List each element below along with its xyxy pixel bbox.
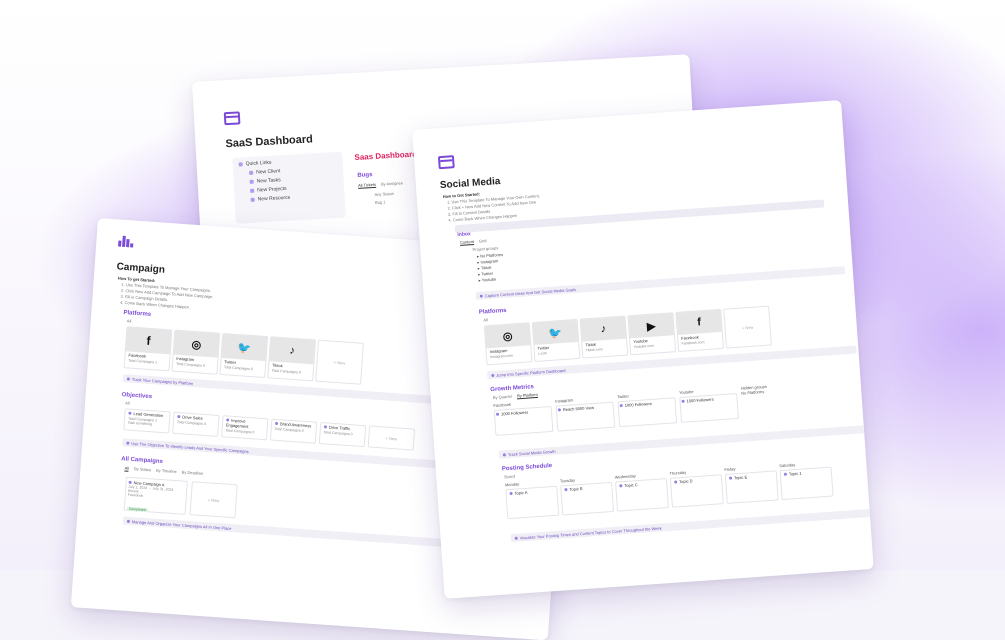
- schedule-board: Monday Topic A Tuesday Topic B Wednesday To…: [505, 460, 834, 520]
- growth-column-twitter: Twitter 1000 Followers: [617, 390, 678, 428]
- status-filter[interactable]: Any Status: [374, 191, 394, 198]
- bug-row[interactable]: Bug 1: [375, 199, 386, 206]
- folder-icon: [250, 188, 255, 193]
- platforms-view-all[interactable]: All: [483, 317, 488, 323]
- new-platform-button[interactable]: + New: [723, 305, 772, 349]
- day-column: Tuesday Topic B: [560, 475, 615, 516]
- instagram-icon: ◎: [173, 330, 220, 358]
- growth-board: Facebook 1000 Followers Instagram Reach …: [493, 382, 803, 436]
- tab-all-tickets[interactable]: All Tickets: [357, 181, 377, 189]
- growth-card[interactable]: 1000 Followers: [679, 392, 739, 423]
- platform-card-facebook[interactable]: f Facebook Total Campaigns 1: [123, 326, 173, 372]
- browser-icon: [437, 155, 455, 170]
- instagram-icon: ◎: [484, 323, 531, 349]
- all-campaigns-title: All Campaigns: [121, 456, 164, 466]
- new-objective-button[interactable]: + New: [367, 425, 416, 451]
- tab-by-deadline[interactable]: By Deadline: [182, 469, 204, 476]
- tab-content[interactable]: Content: [459, 238, 475, 246]
- platform-card-tiktok[interactable]: ♪ Tiktok Total Campaigns 0: [267, 336, 317, 382]
- platform-card-twitter[interactable]: 🐦 Twitter Total Campaigns 0: [219, 332, 269, 379]
- platform-card-youtube[interactable]: ▶ Youtube Youtube.com: [627, 312, 677, 356]
- saas-section-title: Saas Dashboard: [354, 149, 418, 163]
- objectives-view-all[interactable]: All: [125, 400, 130, 406]
- page-title: Campaign: [116, 261, 166, 276]
- tiktok-icon: ♪: [580, 316, 627, 342]
- topic-card[interactable]: Topic D: [669, 474, 724, 508]
- topic-card[interactable]: Topic A: [505, 485, 560, 520]
- social-media-window: Social Media How to Get Started: 1. Use …: [412, 100, 874, 599]
- facebook-icon: f: [125, 327, 172, 355]
- objective-card-lead-generation[interactable]: Lead Generation Total Campaigns 1 Task s…: [123, 408, 171, 434]
- page-title: Social Media: [439, 175, 501, 192]
- topic-card[interactable]: Topic 1: [779, 466, 834, 501]
- platform-card-twitter[interactable]: 🐦 Twitter x.com: [531, 318, 581, 363]
- growth-column-youtube: Youtube 1000 Followers: [679, 386, 739, 423]
- schedule-view-board[interactable]: Board: [504, 474, 515, 481]
- bar-chart-icon: [118, 235, 134, 248]
- growth-card[interactable]: 1000 Followers: [493, 405, 554, 436]
- tiktok-icon: ♪: [269, 337, 315, 365]
- tab-by-assignee[interactable]: By Assignee: [381, 180, 403, 187]
- objective-card-brand-awareness[interactable]: Brand Awareness Total Campaigns 0: [269, 418, 318, 444]
- platforms-title: Platforms: [123, 310, 152, 318]
- topic-card[interactable]: Topic C: [615, 478, 669, 512]
- twitter-icon: 🐦: [221, 334, 268, 362]
- day-column: Friday Topic E: [724, 463, 779, 504]
- campaign-tabs: All By Status By Timeline By Deadline: [124, 465, 208, 477]
- inbox-groups: ▸ No Platforms ▸ Instagram ▸ Tiktok ▸ Tw…: [477, 252, 505, 284]
- growth-column-instagram: Instagram Reach 5000 View: [555, 395, 616, 432]
- platform-card-facebook[interactable]: f Facebook Facebook.com: [675, 308, 725, 352]
- inbox-title: Inbox: [457, 231, 471, 239]
- platforms-view-all[interactable]: All: [127, 318, 132, 324]
- status-badge: Completed: [126, 506, 148, 513]
- facebook-icon: f: [676, 309, 722, 335]
- objective-card-drive-sales[interactable]: Drive Sales Total Campaigns 0: [172, 411, 220, 437]
- day-column: Monday Topic A: [505, 479, 560, 520]
- inbox-callout: Capture Content Ideas And Get Social Med…: [475, 266, 846, 300]
- quick-links-panel: Quick Links New Client New Tasks New Pro…: [232, 151, 346, 224]
- objectives-title: Objectives: [121, 392, 153, 401]
- new-campaign-button[interactable]: + New: [189, 481, 238, 519]
- tab-by-status[interactable]: By Status: [134, 466, 151, 473]
- tab-by-timeline[interactable]: By Timeline: [156, 468, 177, 475]
- bugs-tabs: All Tickets By Assignee: [357, 180, 408, 189]
- group-youtube[interactable]: ▸ Youtube: [478, 276, 505, 284]
- quick-link-new-resource[interactable]: New Resource: [250, 192, 339, 203]
- day-column: Thursday Topic D: [669, 467, 724, 508]
- posting-schedule-title: Posting Schedule: [501, 463, 553, 473]
- tab-by-platform[interactable]: By Platform: [516, 391, 539, 400]
- youtube-icon: ▶: [628, 313, 674, 339]
- task-icon: [249, 179, 254, 184]
- browser-icon: [223, 111, 241, 126]
- twitter-icon: 🐦: [532, 319, 579, 345]
- topic-card[interactable]: Topic B: [560, 481, 615, 516]
- campaign-card[interactable]: New Campaign A July 1, 2024 → July 31, 2…: [123, 476, 188, 515]
- tab-grid[interactable]: Grid: [479, 238, 487, 245]
- platform-card-tiktok[interactable]: ♪ Tiktok Tiktok.com: [579, 315, 629, 359]
- inbox-tabs: Content Grid: [459, 238, 492, 246]
- platform-card-instagram[interactable]: ◎ Instagram Total Campaigns 0: [171, 329, 221, 375]
- resource-icon: [250, 197, 255, 202]
- growth-column-facebook: Facebook 1000 Followers: [493, 399, 554, 436]
- platform-card-instagram[interactable]: ◎ Instagram Instagram.com: [483, 322, 533, 366]
- platforms-title: Platforms: [478, 307, 507, 316]
- bugs-title: Bugs: [357, 172, 373, 179]
- objective-card-drive-traffic[interactable]: Drive Traffic Total Campaigns 0: [318, 422, 367, 448]
- page-title: SaaS Dashboard: [225, 133, 314, 151]
- link-icon: [238, 162, 243, 167]
- tab-all[interactable]: All: [124, 465, 130, 472]
- day-column: Wednesday Topic C: [615, 471, 669, 512]
- objective-card-improve-engagement[interactable]: Improve Engagement Total Campaigns 0: [221, 415, 269, 441]
- topic-card[interactable]: Topic E: [724, 470, 779, 504]
- client-icon: [249, 170, 254, 175]
- growth-card[interactable]: Reach 5000 View: [555, 401, 616, 432]
- tab-by-quarter[interactable]: By Quarter: [493, 394, 513, 401]
- growth-card[interactable]: 1000 Followers: [617, 397, 678, 428]
- day-column: Saturday Topic 1: [779, 460, 834, 501]
- hidden-groups: Hidden groups No Platforms: [740, 383, 767, 396]
- new-platform-button[interactable]: + New: [315, 339, 364, 385]
